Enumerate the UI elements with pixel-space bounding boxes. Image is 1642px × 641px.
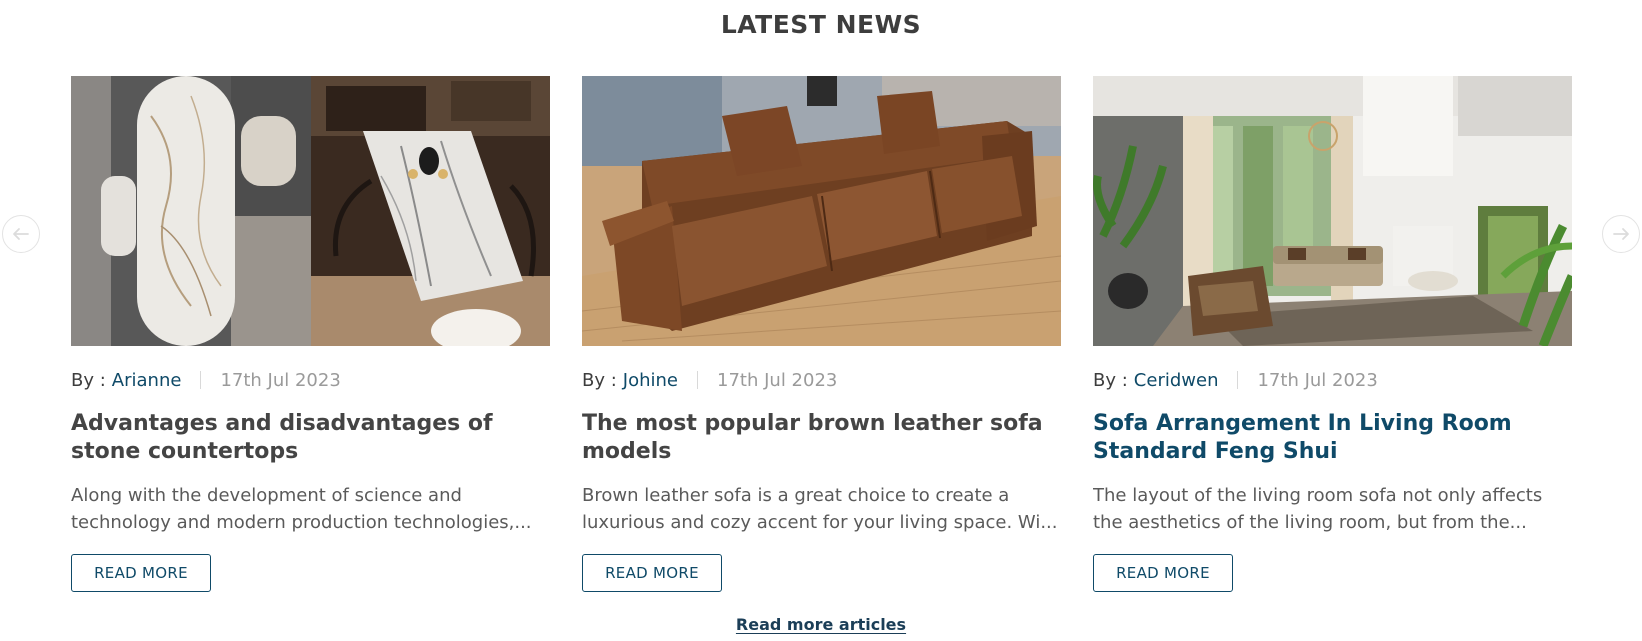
carousel-prev-button[interactable]: [2, 215, 40, 253]
article-excerpt: The layout of the living room sofa not o…: [1093, 485, 1543, 533]
brand-logo-icon: MP FURNITURE: [1012, 80, 1061, 346]
meta-divider: [200, 371, 202, 389]
living-room-image: [1093, 76, 1572, 346]
meta-divider: [1237, 371, 1239, 389]
news-card: By : Ceridwen 17th Jul 2023 Sofa Arrange…: [1093, 76, 1572, 592]
article-meta: By : Johine 17th Jul 2023: [582, 368, 1061, 392]
stone-countertop-image: [71, 76, 550, 346]
carousel-next-button[interactable]: [1602, 215, 1640, 253]
read-more-button[interactable]: READ MORE: [582, 554, 722, 592]
read-more-articles-container: Read more articles: [0, 615, 1642, 634]
by-label: By :: [71, 369, 106, 391]
article-excerpt: Brown leather sofa is a great choice to …: [582, 485, 1058, 533]
article-thumbnail[interactable]: MP FURNITURE: [71, 76, 550, 346]
by-label: By :: [1093, 369, 1128, 391]
article-title[interactable]: Sofa Arrangement In Living Room Standard…: [1093, 410, 1572, 466]
read-more-articles-link[interactable]: Read more articles: [736, 615, 906, 634]
arrow-left-icon: [13, 228, 29, 240]
article-excerpt: Along with the development of science an…: [71, 485, 532, 533]
meta-divider: [697, 371, 699, 389]
article-date: 17th Jul 2023: [1257, 369, 1378, 391]
article-date: 17th Jul 2023: [220, 369, 341, 391]
author-link[interactable]: Arianne: [112, 370, 182, 391]
author-link[interactable]: Ceridwen: [1134, 370, 1219, 391]
section-title: LATEST NEWS: [720, 10, 922, 39]
brand-logo-icon: MP FURNITURE: [499, 80, 550, 346]
arrow-right-icon: [1613, 228, 1629, 240]
leather-sofa-image: [582, 76, 1061, 346]
article-meta: By : Ceridwen 17th Jul 2023: [1093, 368, 1572, 392]
read-more-button[interactable]: READ MORE: [71, 554, 211, 592]
read-more-button[interactable]: READ MORE: [1093, 554, 1233, 592]
article-title[interactable]: Advantages and disadvantages of stone co…: [71, 410, 550, 466]
author-link[interactable]: Johine: [623, 370, 678, 391]
by-label: By :: [582, 369, 617, 391]
article-title[interactable]: The most popular brown leather sofa mode…: [582, 410, 1061, 466]
article-date: 17th Jul 2023: [717, 369, 838, 391]
article-thumbnail[interactable]: [1093, 76, 1572, 346]
article-meta: By : Arianne 17th Jul 2023: [71, 368, 550, 392]
news-card: MP FURNITURE By : Arianne 17th Jul 2023 …: [71, 76, 550, 592]
news-card: MP FURNITURE By : Johine 17th Jul 2023 T…: [582, 76, 1061, 592]
article-thumbnail[interactable]: MP FURNITURE: [582, 76, 1061, 346]
